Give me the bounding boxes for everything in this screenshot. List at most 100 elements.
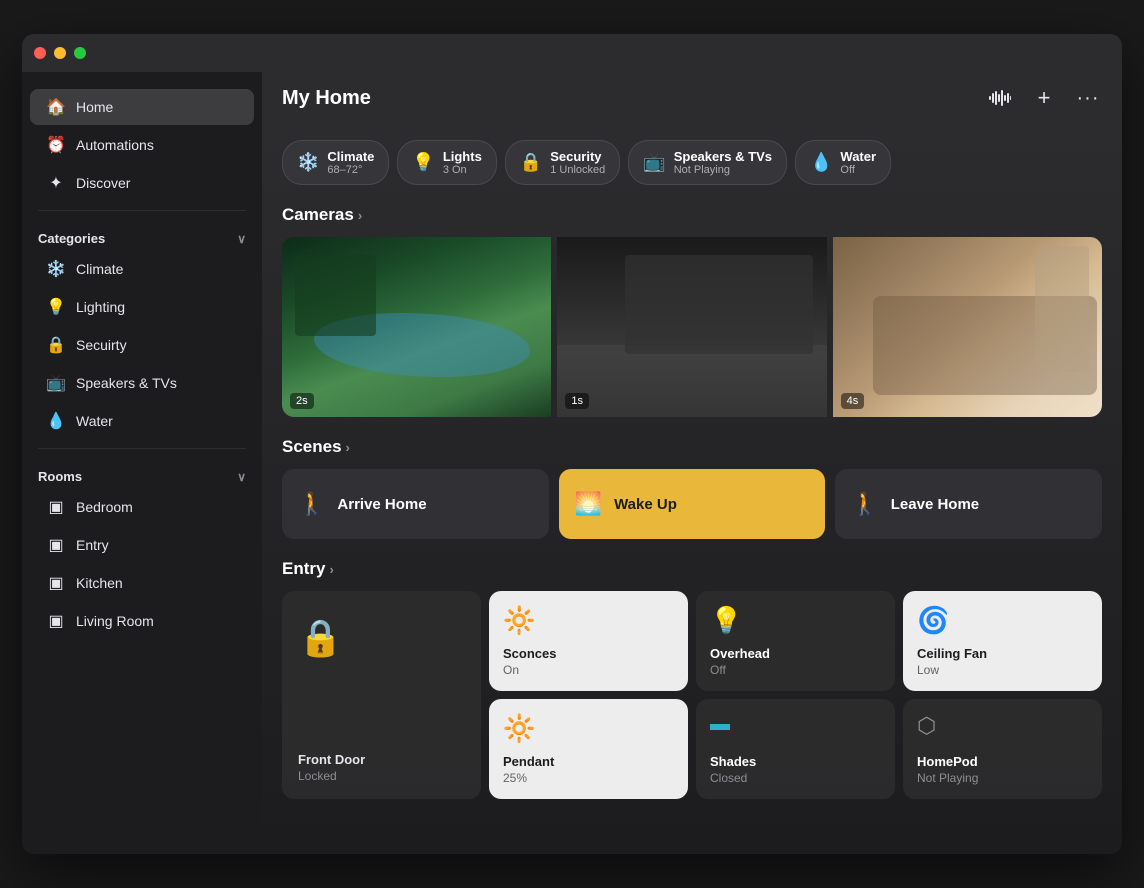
categories-section-header[interactable]: Categories ∨ [22, 219, 262, 250]
chip-lights-icon: 💡 [412, 152, 434, 173]
scenes-section-header[interactable]: Scenes › [282, 437, 1102, 457]
minimize-button[interactable] [54, 47, 66, 59]
device-ceiling-fan[interactable]: 🌀 Ceiling Fan Low [903, 591, 1102, 691]
entry-chevron: › [329, 562, 333, 577]
content-area: My Home [262, 72, 1122, 854]
sidebar-item-home[interactable]: 🏠 Home [30, 89, 254, 125]
pendant-status: 25% [503, 771, 674, 785]
shades-status: Closed [710, 771, 881, 785]
close-button[interactable] [34, 47, 46, 59]
chip-water-value: Off [840, 164, 876, 176]
ceiling-fan-icon: 🌀 [917, 605, 1088, 636]
scene-wake-up[interactable]: 🌅 Wake Up [559, 469, 826, 539]
scenes-label: Scenes [282, 437, 342, 457]
sidebar-item-discover[interactable]: ✦ Discover [30, 165, 254, 201]
chip-water-icon: 💧 [810, 152, 832, 173]
leave-label: Leave Home [891, 496, 979, 513]
overhead-status: Off [710, 663, 881, 677]
shades-name: Shades [710, 754, 881, 769]
page-title: My Home [282, 87, 371, 110]
content-header: My Home [262, 72, 1122, 124]
sidebar-label-security: Secuirty [76, 337, 127, 353]
camera-living[interactable]: 4s [833, 237, 1102, 417]
chip-climate-value: 68–72° [327, 164, 374, 176]
overhead-name: Overhead [710, 646, 881, 661]
cameras-grid: 2s 1s [282, 237, 1102, 417]
sidebar-item-bedroom[interactable]: ▣ Bedroom [30, 489, 254, 525]
entry-devices-grid: 🔒 Front Door Locked 🔆 Sconces On [282, 591, 1102, 799]
chip-security-icon: 🔒 [520, 152, 542, 173]
chip-speakers[interactable]: 📺 Speakers & TVs Not Playing [628, 140, 787, 185]
sidebar-item-living-room[interactable]: ▣ Living Room [30, 603, 254, 639]
pendant-name: Pendant [503, 754, 674, 769]
lighting-icon: 💡 [46, 297, 66, 317]
device-pendant[interactable]: 🔆 Pendant 25% [489, 699, 688, 799]
shades-icon: ▬ [710, 713, 881, 736]
bedroom-icon: ▣ [46, 497, 66, 517]
sidebar-label-lighting: Lighting [76, 299, 125, 315]
home-icon: 🏠 [46, 97, 66, 117]
arrive-label: Arrive Home [337, 496, 426, 513]
chip-speakers-icon: 📺 [643, 152, 665, 173]
sidebar-label-entry: Entry [76, 537, 109, 553]
sidebar-item-security[interactable]: 🔒 Secuirty [30, 327, 254, 363]
cameras-section-header[interactable]: Cameras › [282, 205, 1102, 225]
ceiling-fan-status: Low [917, 663, 1088, 677]
sidebar-divider-1 [38, 210, 246, 211]
sidebar-label-climate: Climate [76, 261, 123, 277]
more-button[interactable]: ··· [1074, 84, 1102, 112]
garage-floor [557, 345, 826, 417]
entry-section-header[interactable]: Entry › [282, 559, 1102, 579]
sidebar-item-lighting[interactable]: 💡 Lighting [30, 289, 254, 325]
front-door-icon: 🔒 [298, 607, 343, 659]
pool-trees [295, 255, 376, 336]
automations-icon: ⏰ [46, 135, 66, 155]
scenes-chevron: › [346, 440, 350, 455]
pendant-icon: 🔆 [503, 713, 674, 744]
homepod-icon: ⬡ [917, 713, 1088, 739]
device-front-door[interactable]: 🔒 Front Door Locked [282, 591, 481, 799]
wakeup-label: Wake Up [614, 496, 677, 513]
sidebar-label-kitchen: Kitchen [76, 575, 123, 591]
sidebar-divider-2 [38, 448, 246, 449]
chip-lights[interactable]: 💡 Lights 3 On [397, 140, 496, 185]
device-sconces[interactable]: 🔆 Sconces On [489, 591, 688, 691]
chip-water-label: Water [840, 149, 876, 164]
sidebar-item-entry[interactable]: ▣ Entry [30, 527, 254, 563]
device-homepod[interactable]: ⬡ HomePod Not Playing [903, 699, 1102, 799]
homepod-name: HomePod [917, 754, 1088, 769]
camera-garage-timestamp: 1s [565, 393, 589, 409]
sidebar-item-automations[interactable]: ⏰ Automations [30, 127, 254, 163]
sconces-name: Sconces [503, 646, 674, 661]
front-door-status: Locked [298, 769, 365, 783]
camera-garage[interactable]: 1s [557, 237, 826, 417]
chip-lights-label: Lights [443, 149, 482, 164]
homepod-status: Not Playing [917, 771, 1088, 785]
front-door-name: Front Door [298, 752, 365, 767]
security-icon: 🔒 [46, 335, 66, 355]
scene-arrive-home[interactable]: 🚶 Arrive Home [282, 469, 549, 539]
add-button[interactable]: + [1030, 84, 1058, 112]
waveform-icon [989, 90, 1011, 106]
chip-security-label: Security [550, 149, 605, 164]
sidebar-item-kitchen[interactable]: ▣ Kitchen [30, 565, 254, 601]
device-overhead[interactable]: 💡 Overhead Off [696, 591, 895, 691]
rooms-section-header[interactable]: Rooms ∨ [22, 457, 262, 488]
leave-icon: 🚶 [851, 491, 878, 517]
sidebar-item-water[interactable]: 💧 Water [30, 403, 254, 439]
device-shades[interactable]: ▬ Shades Closed [696, 699, 895, 799]
arrive-icon: 🚶 [298, 491, 325, 517]
sidebar-item-speakers[interactable]: 📺 Speakers & TVs [30, 365, 254, 401]
chip-climate[interactable]: ❄️ Climate 68–72° [282, 140, 389, 185]
content-scroll: ❄️ Climate 68–72° 💡 Lights 3 On [262, 124, 1122, 854]
sconces-status: On [503, 663, 674, 677]
sidebar-item-climate[interactable]: ❄️ Climate [30, 251, 254, 287]
chip-security[interactable]: 🔒 Security 1 Unlocked [505, 140, 620, 185]
speakers-icon: 📺 [46, 373, 66, 393]
scene-leave-home[interactable]: 🚶 Leave Home [835, 469, 1102, 539]
entry-label: Entry [282, 559, 325, 579]
maximize-button[interactable] [74, 47, 86, 59]
camera-pool[interactable]: 2s [282, 237, 551, 417]
chip-water[interactable]: 💧 Water Off [795, 140, 891, 185]
waveform-button[interactable] [986, 84, 1014, 112]
